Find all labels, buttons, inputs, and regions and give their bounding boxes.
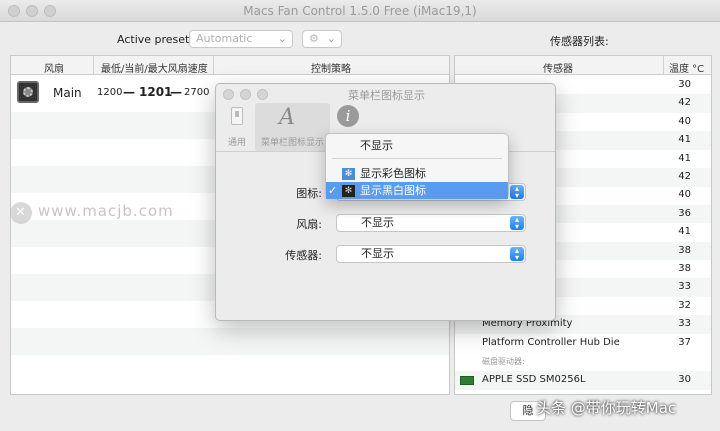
table-row[interactable]: APPLE SSD SM0256L 30 — [455, 371, 711, 390]
table-row[interactable]: Platform Controller Hub Die 37 — [455, 334, 711, 353]
credit-watermark: 头条 @带你玩转Mac — [536, 399, 677, 417]
preset-settings-popup[interactable]: ⚙ ⌄ — [302, 30, 342, 48]
window-title: Macs Fan Control 1.5.0 Free (iMac19,1) — [243, 4, 477, 18]
dialog-title: 菜单栏图标显示 — [348, 89, 425, 102]
chevron-down-icon: ⌄ — [277, 32, 287, 45]
icon-dropdown-menu: 不显示 ✻ 显示彩色图标 ✓ ✻ 显示黑白图标 — [325, 133, 509, 199]
fan-select[interactable]: 不显示 ▴ ▾ — [336, 214, 526, 232]
sensor-temp: 36 — [678, 207, 691, 219]
fans-col-control: 控制策略 — [311, 64, 351, 75]
tab-general[interactable]: 通用 — [222, 103, 252, 151]
fan-icon — [17, 81, 39, 103]
menubar-icon-dialog: 菜单栏图标显示 通用 A 菜单栏图标显示 i 图标: ▴ ▾ 风扇: 不显示 ▴ ▾… — [215, 83, 556, 321]
sensor-temp: 40 — [678, 189, 691, 201]
fans-col-speed: 最低/当前/最大风扇速度 — [101, 64, 208, 75]
stepper-icon: ▴ ▾ — [510, 216, 524, 231]
stepper-icon: ▴ ▾ — [510, 185, 524, 200]
preset-value: Automatic — [196, 32, 253, 45]
window-titlebar: Macs Fan Control 1.5.0 Free (iMac19,1) — [0, 0, 720, 22]
fan-min-speed: 1200 — [97, 87, 123, 98]
fans-col-fan: 风扇 — [44, 64, 64, 75]
chevron-down-icon: ⌄ — [326, 32, 336, 45]
sensor-temp: 42 — [678, 171, 691, 182]
menu-item-bw-icon[interactable]: ✓ ✻ 显示黑白图标 — [326, 182, 508, 199]
sensor-name: APPLE SSD SM0256L — [482, 374, 586, 385]
checkmark-icon: ✓ — [328, 184, 338, 197]
sensor-temp: 33 — [678, 318, 691, 330]
sensor-select-value: 不显示 — [361, 247, 394, 260]
fans-table-header: 风扇 最低/当前/最大风扇速度 控制策略 — [11, 56, 449, 75]
sensor-temp: 38 — [678, 263, 691, 274]
stepper-icon: ▴ ▾ — [510, 247, 524, 262]
sensor-temp: 41 — [678, 152, 691, 164]
disk-group-row: 磁盘驱动器: — [455, 352, 711, 371]
sensor-temp: 38 — [678, 244, 691, 256]
sensor-temp: 40 — [678, 115, 691, 127]
sensors-col-temp: 温度 °C — [669, 64, 705, 75]
menu-item-hide[interactable]: 不显示 — [326, 137, 508, 154]
sensor-temp: 33 — [678, 281, 691, 293]
fan-max-speed: 2700 — [184, 87, 210, 98]
fan-current-speed: 1201 — [139, 85, 173, 99]
preset-popup[interactable]: Automatic ⌄ — [189, 30, 293, 48]
site-logo-icon: ✕ — [10, 202, 32, 224]
info-icon: i — [337, 105, 359, 127]
sensor-select[interactable]: 不显示 ▴ ▾ — [336, 245, 526, 263]
disk-group-label: 磁盘驱动器: — [482, 357, 525, 366]
preset-label: Active preset: — [117, 33, 194, 46]
sensor-temp: 42 — [678, 97, 691, 109]
app-store-icon: A — [279, 105, 295, 130]
switch-icon — [231, 107, 243, 125]
sensor-temp: 32 — [678, 299, 691, 311]
sensor-temp: 30 — [678, 374, 691, 385]
tab-menubar-icon-label: 菜单栏图标显示 — [260, 138, 324, 148]
fan-select-value: 不显示 — [361, 216, 394, 229]
site-watermark: ✕ www.macjb.com — [10, 202, 174, 224]
icon-field-label: 图标: — [296, 187, 322, 200]
sensor-temp: 30 — [678, 79, 691, 90]
fan-name: Main — [53, 86, 82, 100]
speed-dash: — — [170, 85, 182, 99]
gear-icon: ⚙ — [309, 32, 319, 45]
menu-item-color-icon[interactable]: ✻ 显示彩色图标 — [326, 165, 508, 182]
speed-dash: — — [123, 85, 135, 99]
tab-general-label: 通用 — [227, 138, 246, 148]
sensors-table-header: 传感器 温度 °C — [455, 56, 711, 75]
sensors-col-sensor: 传感器 — [543, 64, 573, 75]
color-fan-icon: ✻ — [342, 168, 355, 180]
sensor-temp: 41 — [678, 134, 691, 146]
bw-fan-icon: ✻ — [342, 185, 355, 197]
tab-menubar-icon[interactable]: A 菜单栏图标显示 — [255, 103, 330, 151]
sensor-field-label: 传感器: — [285, 249, 322, 262]
sensor-name: Platform Controller Hub Die — [482, 336, 620, 348]
fan-field-label: 风扇: — [296, 218, 322, 231]
sensor-temp: 41 — [678, 226, 691, 238]
sensors-list-label: 传感器列表: — [550, 35, 609, 48]
ssd-icon — [460, 376, 474, 385]
sensor-temp: 37 — [678, 336, 691, 348]
